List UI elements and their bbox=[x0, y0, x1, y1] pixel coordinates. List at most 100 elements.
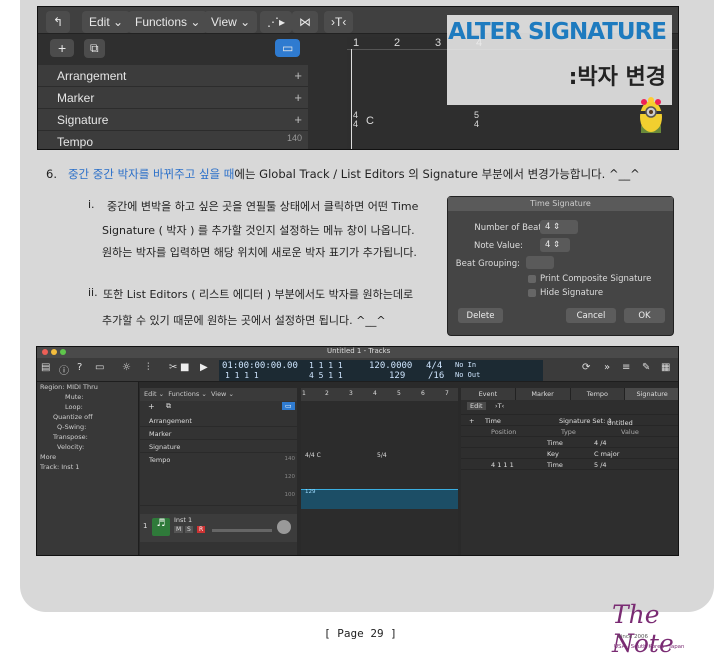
split-icon[interactable]: ⋈ bbox=[292, 11, 318, 33]
list-editors-icon[interactable]: ≡ bbox=[622, 362, 630, 373]
ok-button[interactable]: OK bbox=[624, 308, 665, 323]
plus-icon[interactable]: + bbox=[294, 68, 302, 83]
stop-button[interactable]: ■ bbox=[180, 362, 189, 373]
help-icon[interactable]: ? bbox=[77, 362, 82, 373]
minion-mascot-icon bbox=[640, 97, 662, 133]
scissors-icon[interactable]: ›T‹ bbox=[324, 11, 354, 33]
add-event-button[interactable]: + bbox=[469, 417, 474, 425]
inspector-region[interactable]: Region: MIDI Thru bbox=[37, 382, 138, 392]
signature-marker-2[interactable]: 5/4 bbox=[377, 452, 387, 459]
functions-menu[interactable]: Functions bbox=[168, 390, 199, 398]
inspector-row[interactable]: Quantize off bbox=[37, 412, 138, 422]
the-note-logo: The Note since 2006 USA · South Korea · … bbox=[608, 600, 712, 658]
tab-event[interactable]: Event bbox=[461, 388, 516, 400]
track-inst-1[interactable]: 1 ♬ Inst 1 M S R bbox=[140, 514, 297, 542]
inspector-track[interactable]: Track: Inst 1 bbox=[37, 462, 138, 472]
list-row[interactable]: Time 4 /4 bbox=[461, 437, 678, 448]
edit-menu[interactable]: Edit ⌄ bbox=[82, 11, 131, 33]
mixer-icon[interactable]: ⫶ bbox=[147, 362, 150, 373]
track-header-arrangement[interactable]: Arrangement bbox=[140, 414, 297, 427]
mute-button[interactable]: M bbox=[174, 526, 184, 533]
signature-marker-1[interactable]: 44 bbox=[353, 111, 358, 129]
track-header-signature[interactable]: Signature bbox=[140, 440, 297, 453]
tempo-value: 140 bbox=[286, 133, 302, 143]
track-header-marker[interactable]: Marker bbox=[140, 427, 297, 440]
plus-icon[interactable]: + bbox=[294, 90, 302, 105]
logic-global-tracks-screenshot: ↰ Edit ⌄ Functions ⌄ View ⌄ ⋰▸ ⋈ ›T‹ + ⧉… bbox=[37, 6, 679, 150]
browser-icon[interactable]: ▦ bbox=[661, 362, 670, 373]
library-icon[interactable]: ▤ bbox=[41, 362, 50, 373]
print-composite-checkbox[interactable] bbox=[528, 275, 536, 283]
solo-button[interactable]: S bbox=[185, 526, 193, 533]
signature-set-select[interactable]: Untitled ⇕ bbox=[607, 417, 633, 427]
inspector-icon[interactable]: ⓘ bbox=[59, 362, 69, 377]
lcd-signature: 4/4 bbox=[426, 361, 443, 371]
beat-grouping-label: Beat Grouping: bbox=[455, 259, 520, 269]
toolbar-icon[interactable]: ▭ bbox=[95, 362, 104, 373]
global-tracks-icon[interactable]: ▭ bbox=[275, 39, 301, 57]
ruler-tick: 1 bbox=[302, 390, 306, 397]
catch-icon[interactable]: ⋰▸ bbox=[260, 11, 293, 33]
lcd-bars: 4 5 1 1 bbox=[309, 371, 343, 380]
inspector-panel: Region: MIDI Thru Mute: Loop: Quantize o… bbox=[37, 382, 139, 555]
list-row[interactable]: 4 1 1 1 Time 5 /4 bbox=[461, 459, 678, 470]
logo-tagline: since 2006 bbox=[618, 634, 649, 640]
minimize-icon[interactable] bbox=[51, 349, 57, 355]
note-value-stepper[interactable]: 4 ⇕ bbox=[540, 238, 570, 252]
banner-title: ALTER SIGNATURE bbox=[448, 19, 667, 45]
inspector-more[interactable]: More bbox=[37, 452, 138, 462]
item-number: 6. bbox=[46, 167, 57, 181]
cycle-icon[interactable]: ⟳ bbox=[582, 362, 590, 373]
track-header-marker[interactable]: Marker + bbox=[38, 87, 308, 109]
sub-item-ii-num: ii. bbox=[88, 286, 98, 299]
add-track-button[interactable]: + bbox=[50, 39, 75, 57]
track-header-signature[interactable]: Signature + bbox=[38, 109, 308, 131]
plus-icon[interactable]: + bbox=[294, 112, 302, 127]
tab-marker[interactable]: Marker bbox=[516, 388, 571, 400]
inspector-row: Velocity: bbox=[57, 443, 85, 451]
scissors-icon[interactable]: ›T‹ bbox=[495, 402, 504, 410]
key-marker[interactable]: C bbox=[366, 115, 374, 127]
more-icon[interactable]: » bbox=[604, 362, 610, 373]
back-arrow-icon[interactable]: ↰ bbox=[46, 11, 71, 33]
tab-tempo[interactable]: Tempo bbox=[571, 388, 626, 400]
view-menu[interactable]: View bbox=[211, 390, 226, 398]
delete-button[interactable]: Delete bbox=[458, 308, 503, 323]
lcd-out: No Out bbox=[455, 371, 481, 379]
signature-marker-1[interactable]: 4/4 C bbox=[305, 452, 321, 459]
duplicate-track-icon[interactable]: ⧉ bbox=[84, 39, 105, 58]
hide-signature-checkbox[interactable] bbox=[528, 289, 536, 297]
inspector-row: Loop: bbox=[65, 403, 83, 411]
window-titlebar: Untitled 1 - Tracks bbox=[37, 347, 678, 358]
volume-slider[interactable] bbox=[212, 529, 272, 532]
list-edit-menu[interactable]: Edit bbox=[467, 402, 486, 410]
track-header-tempo[interactable]: Tempo 140 bbox=[38, 131, 308, 149]
signature-set-label: Signature Set: bbox=[559, 417, 606, 425]
record-button[interactable]: R bbox=[197, 526, 206, 533]
view-menu[interactable]: View ⌄ bbox=[204, 11, 258, 33]
play-button[interactable]: ▶ bbox=[200, 362, 208, 373]
beats-stepper[interactable]: 4 ⇕ bbox=[540, 220, 578, 234]
close-icon[interactable] bbox=[42, 349, 48, 355]
track-headers: Edit ⌄ Functions ⌄ View ⌄ + ⧉ ▭ Arrangem… bbox=[140, 388, 297, 555]
duplicate-track-icon[interactable]: ⧉ bbox=[166, 402, 171, 411]
editors-icon[interactable]: ✂ bbox=[169, 362, 177, 373]
pan-knob[interactable] bbox=[277, 520, 291, 534]
tab-signature[interactable]: Signature bbox=[625, 388, 678, 400]
edit-menu[interactable]: Edit bbox=[144, 390, 157, 398]
track-add-row: + ⧉ ▭ bbox=[140, 401, 297, 414]
tempo-region[interactable] bbox=[301, 489, 458, 509]
notepad-icon[interactable]: ✎ bbox=[642, 362, 650, 373]
add-track-button[interactable]: + bbox=[148, 402, 155, 411]
smart-controls-icon[interactable]: ☼ bbox=[122, 362, 131, 373]
functions-menu[interactable]: Functions ⌄ bbox=[128, 11, 208, 33]
global-tracks-icon[interactable]: ▭ bbox=[282, 402, 295, 410]
cancel-button[interactable]: Cancel bbox=[566, 308, 616, 323]
list-row[interactable]: Key C major bbox=[461, 448, 678, 459]
signature-marker-2[interactable]: 54 bbox=[474, 111, 479, 129]
track-header-tempo[interactable]: Tempo 140 120 100 bbox=[140, 453, 297, 506]
zoom-icon[interactable] bbox=[60, 349, 66, 355]
hide-signature-label: Hide Signature bbox=[540, 288, 604, 298]
track-header-arrangement[interactable]: Arrangement + bbox=[38, 65, 308, 87]
beat-grouping-field[interactable] bbox=[526, 256, 554, 269]
